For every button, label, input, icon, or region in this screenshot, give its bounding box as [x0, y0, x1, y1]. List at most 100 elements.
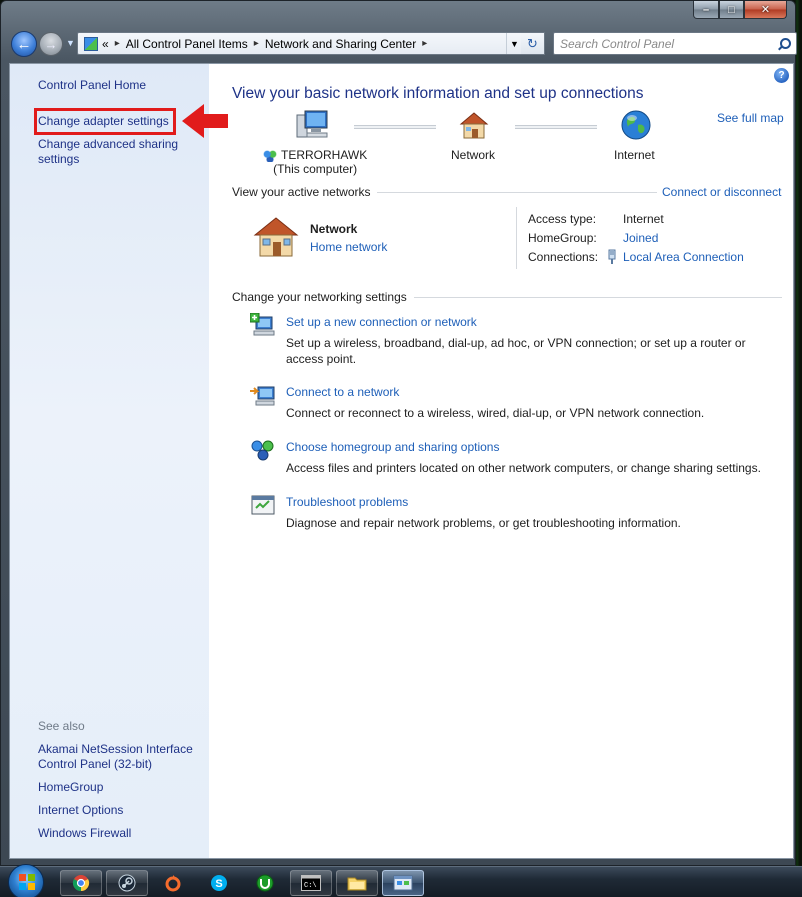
svg-text:C:\: C:\	[304, 882, 317, 890]
homegroup-sharing-icon	[251, 440, 274, 461]
sidebar-link-label-line1: Change advanced sharing	[38, 137, 179, 151]
utorrent-icon	[256, 874, 274, 892]
map-connection-line	[515, 125, 597, 129]
sidebar-link-control-panel-home[interactable]: Control Panel Home	[38, 78, 146, 93]
section-divider	[414, 297, 782, 298]
connection-entry[interactable]: Local Area Connection	[607, 249, 744, 264]
see-also-heading: See also	[38, 719, 85, 733]
chrome-icon	[72, 875, 90, 892]
address-dropdown-icon[interactable]: ▼	[506, 33, 522, 54]
breadcrumb-overflow[interactable]: «	[102, 37, 109, 51]
recent-pages-dropdown-icon[interactable]: ▼	[66, 38, 75, 48]
map-node-internet[interactable]: Internet	[614, 148, 655, 162]
computer-subtitle: (This computer)	[273, 162, 358, 176]
map-node-computer[interactable]: TERRORHAWK (This computer)	[263, 148, 367, 176]
taskbar-utorrent[interactable]	[244, 870, 286, 896]
active-networks-heading: View your active networks	[232, 185, 371, 199]
map-node-network[interactable]: Network	[451, 148, 495, 162]
taskbar-skype[interactable]: S	[198, 870, 240, 896]
forward-button[interactable]: →	[39, 32, 63, 56]
refresh-button[interactable]: ↻	[521, 32, 545, 55]
sidebar-link-windows-firewall[interactable]: Windows Firewall	[38, 826, 131, 841]
chevron-right-icon[interactable]: ▸	[254, 38, 259, 49]
computer-name: TERRORHAWK	[281, 148, 368, 162]
new-connection-icon	[250, 313, 275, 336]
start-button[interactable]	[8, 864, 44, 897]
sidebar-link-label-line1: Akamai NetSession Interface	[38, 742, 193, 756]
highlight-box	[34, 108, 176, 135]
sidebar-link-akamai-netsession[interactable]: Akamai NetSession Interface Control Pane…	[38, 742, 193, 772]
taskbar-windows-explorer[interactable]	[336, 870, 378, 896]
home-network-link[interactable]: Home network	[310, 240, 387, 254]
connect-to-network-link[interactable]: Connect to a network	[286, 385, 399, 399]
windows-logo-icon	[19, 874, 35, 890]
taskbar-network-sharing-center[interactable]	[382, 870, 424, 896]
see-full-map-link[interactable]: See full map	[717, 111, 784, 125]
help-icon[interactable]: ?	[774, 68, 789, 83]
homegroup-joined-link[interactable]: Joined	[623, 231, 658, 245]
search-input[interactable]	[560, 36, 770, 51]
svg-text:S: S	[215, 878, 222, 890]
taskbar-origin[interactable]	[152, 870, 194, 896]
troubleshoot-problems-link[interactable]: Troubleshoot problems	[286, 495, 408, 509]
taskbar-chrome[interactable]	[60, 870, 102, 896]
homegroup-sharing-options-description: Access files and printers located on oth…	[286, 461, 761, 475]
back-button[interactable]: ←	[11, 31, 37, 57]
skype-icon: S	[211, 875, 227, 891]
taskbar-steam[interactable]	[106, 870, 148, 896]
caption-buttons: – □ ✕	[693, 1, 787, 19]
control-panel-window: – □ ✕ ← → ▼ « ▸ All Control Panel Items …	[0, 0, 797, 866]
taskbar-command-prompt[interactable]: C:\	[290, 870, 332, 896]
search-icon[interactable]	[778, 37, 791, 50]
active-network-name: Network	[310, 222, 358, 236]
access-type-label: Access type:	[528, 212, 597, 226]
connect-or-disconnect-link[interactable]: Connect or disconnect	[662, 185, 781, 199]
navigation-bar: ← → ▼ « ▸ All Control Panel Items ▸ Netw…	[7, 29, 797, 59]
breadcrumb-network-and-sharing-center[interactable]: Network and Sharing Center	[265, 37, 416, 51]
networking-settings-heading: Change your networking settings	[232, 290, 407, 304]
homegroup-label: HomeGroup:	[528, 231, 597, 245]
explorer-icon	[347, 877, 367, 891]
computer-icon	[296, 110, 328, 138]
network-house-icon	[459, 112, 489, 139]
connect-network-icon	[250, 386, 275, 406]
network-center-icon	[393, 875, 413, 891]
sidebar-link-homegroup[interactable]: HomeGroup	[38, 780, 103, 795]
map-connection-line	[354, 125, 436, 129]
home-network-icon	[253, 217, 299, 257]
sidebar-link-label-line2: Control Panel (32-bit)	[38, 757, 153, 771]
breadcrumb-all-control-panel-items[interactable]: All Control Panel Items	[126, 37, 248, 51]
homegroup-sharing-options-link[interactable]: Choose homegroup and sharing options	[286, 440, 499, 454]
troubleshoot-problems-description: Diagnose and repair network problems, or…	[286, 516, 681, 530]
sidebar-link-change-advanced-sharing[interactable]: Change advanced sharing settings	[38, 137, 178, 167]
page-title: View your basic network information and …	[232, 85, 644, 102]
address-bar[interactable]: « ▸ All Control Panel Items ▸ Network an…	[77, 32, 523, 55]
content-area: Control Panel Home Change adapter settin…	[9, 63, 794, 859]
troubleshoot-icon	[251, 495, 275, 515]
steam-icon	[118, 874, 136, 892]
chevron-right-icon[interactable]: ▸	[422, 38, 427, 49]
internet-globe-icon	[621, 110, 651, 140]
local-area-connection-link[interactable]: Local Area Connection	[623, 250, 744, 264]
origin-icon	[165, 875, 181, 892]
sidebar-link-internet-options[interactable]: Internet Options	[38, 803, 123, 818]
main-panel: ? View your basic network information an…	[209, 64, 794, 858]
section-divider	[377, 192, 657, 193]
ethernet-plug-icon	[608, 249, 616, 264]
setup-new-connection-link[interactable]: Set up a new connection or network	[286, 315, 477, 329]
access-type-value: Internet	[623, 212, 664, 226]
search-box[interactable]	[553, 32, 797, 55]
chevron-right-icon[interactable]: ▸	[115, 38, 120, 49]
control-panel-icon	[84, 36, 98, 51]
sidebar: Control Panel Home Change adapter settin…	[10, 64, 228, 858]
close-button[interactable]: ✕	[744, 1, 787, 19]
homegroup-icon	[263, 148, 277, 162]
setup-new-connection-description: Set up a wireless, broadband, dial-up, a…	[286, 336, 746, 366]
taskbar: S C:\	[0, 864, 802, 897]
connections-label: Connections:	[528, 250, 599, 264]
minimize-button[interactable]: –	[693, 1, 719, 19]
sidebar-link-label-line2: settings	[38, 152, 80, 166]
network-details-divider	[516, 207, 517, 269]
maximize-button[interactable]: □	[719, 1, 744, 19]
connect-to-network-description: Connect or reconnect to a wireless, wire…	[286, 406, 705, 420]
